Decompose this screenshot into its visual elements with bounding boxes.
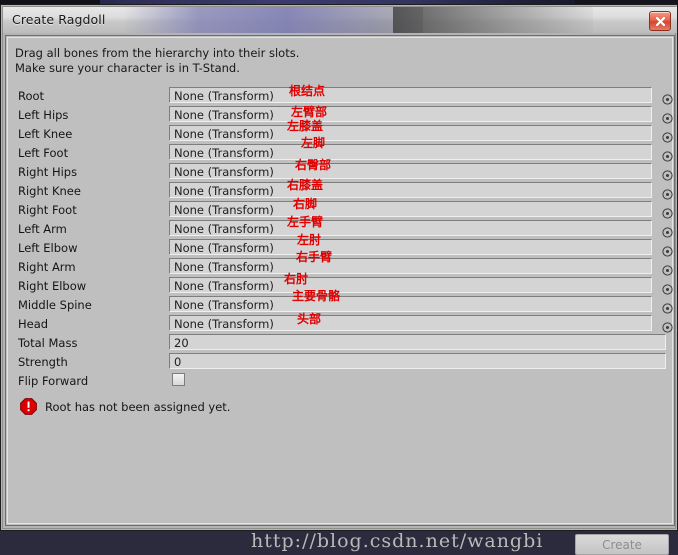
bone-slot-row: Left Knee None (Transform) 左膝盖 — [12, 119, 673, 143]
bone-slot-row: Right Hips None (Transform) 右臀部 — [12, 158, 673, 181]
create-ragdoll-window: Create Ragdoll Drag all bones from the h… — [0, 4, 678, 555]
bone-slot-label: Right Arm — [18, 260, 76, 274]
error-icon — [20, 398, 37, 415]
setting-label: Strength — [18, 355, 68, 369]
close-icon[interactable] — [649, 11, 671, 31]
error-message: Root has not been assigned yet. — [45, 400, 231, 414]
bone-slot-value: None (Transform) — [174, 108, 274, 122]
error-bar: Root has not been assigned yet. — [12, 396, 668, 418]
bone-slot-field[interactable]: None (Transform) — [169, 163, 652, 179]
create-button[interactable]: Create — [575, 534, 669, 555]
setting-row: Total Mass 20 — [12, 333, 668, 352]
bone-slot-value: None (Transform) — [174, 317, 274, 331]
flip-forward-row: Flip Forward — [12, 371, 668, 390]
instructions-line-1: Drag all bones from the hierarchy into t… — [15, 46, 300, 60]
object-picker-icon[interactable] — [662, 223, 673, 238]
instructions-line-2: Make sure your character is in T-Stand. — [15, 61, 240, 75]
dialog-content: Drag all bones from the hierarchy into t… — [5, 35, 675, 555]
setting-input[interactable]: 20 — [169, 334, 666, 350]
object-picker-icon[interactable] — [662, 109, 673, 124]
object-picker-icon[interactable] — [662, 166, 673, 181]
bone-slot-field[interactable]: None (Transform) — [169, 144, 652, 160]
bone-slot-label: Left Foot — [18, 146, 69, 160]
object-picker-icon[interactable] — [662, 204, 673, 219]
bone-slot-field[interactable]: None (Transform) — [169, 106, 652, 122]
setting-input[interactable]: 0 — [169, 353, 666, 369]
object-picker-icon[interactable] — [662, 128, 673, 143]
bone-slot-field[interactable]: None (Transform) — [169, 220, 652, 236]
title-bar[interactable]: Create Ragdoll — [3, 7, 677, 33]
bone-slot-field[interactable]: None (Transform) — [169, 239, 652, 255]
bone-slot-label: Middle Spine — [18, 298, 92, 312]
bone-slot-row: Middle Spine None (Transform) 主要骨骼 — [12, 289, 673, 314]
object-picker-icon[interactable] — [662, 280, 673, 295]
bone-slot-field[interactable]: None (Transform) — [169, 182, 652, 198]
object-picker-icon[interactable] — [662, 90, 673, 105]
watermark: http://blog.csdn.net/wangbi — [251, 530, 544, 552]
flip-forward-label: Flip Forward — [18, 374, 89, 388]
bone-slot-value: None (Transform) — [174, 184, 274, 198]
bone-slot-label: Head — [18, 317, 49, 331]
bone-slot-row: Right Knee None (Transform) 右膝盖 — [12, 178, 673, 200]
ragdoll-dialog-screen: Create Ragdoll Drag all bones from the h… — [0, 0, 678, 555]
bone-slot-label: Right Hips — [18, 165, 78, 179]
bone-slot-value: None (Transform) — [174, 279, 274, 293]
bone-slot-field[interactable]: None (Transform) — [169, 258, 652, 274]
bone-slot-value: None (Transform) — [174, 260, 274, 274]
bone-slot-row: Right Arm None (Transform) 右手臂 — [12, 250, 673, 276]
bone-slots-panel: Root None (Transform) 根结点 Left Hips None (Tr… — [12, 84, 673, 391]
bone-slot-field[interactable]: None (Transform) — [169, 87, 652, 103]
object-picker-icon[interactable] — [662, 261, 673, 276]
bone-slot-field[interactable]: None (Transform) — [169, 315, 652, 331]
bone-slot-label: Left Hips — [18, 108, 69, 122]
setting-value: 20 — [174, 336, 189, 350]
bone-slot-row: Right Elbow None (Transform) 右肘 — [12, 272, 673, 295]
flip-forward-checkbox[interactable] — [172, 373, 185, 386]
bone-slot-row: Head None (Transform) 头部 — [12, 312, 673, 333]
object-picker-icon[interactable] — [662, 147, 673, 162]
bone-slot-field[interactable]: None (Transform) — [169, 201, 652, 217]
bone-slot-label: Right Knee — [18, 184, 81, 198]
bone-slot-label: Left Elbow — [18, 241, 78, 255]
setting-row: Strength 0 — [12, 352, 668, 371]
bone-slot-value: None (Transform) — [174, 241, 274, 255]
bone-slot-label: Root — [18, 89, 45, 103]
instructions: Drag all bones from the hierarchy into t… — [15, 46, 615, 76]
bone-slot-value: None (Transform) — [174, 165, 274, 179]
bone-slot-row: Left Arm None (Transform) 左手臂 — [12, 215, 673, 238]
bone-slot-value: None (Transform) — [174, 222, 274, 236]
title-bar-glow — [123, 7, 423, 33]
setting-value: 0 — [174, 355, 182, 369]
bone-slot-row: Left Elbow None (Transform) 左肘 — [12, 233, 673, 257]
bone-slot-label: Left Arm — [18, 222, 67, 236]
bone-slot-value: None (Transform) — [174, 146, 274, 160]
bone-slot-value: None (Transform) — [174, 89, 274, 103]
bone-slot-row: Root None (Transform) 根结点 — [12, 84, 673, 105]
title-bar-shade — [393, 7, 593, 33]
object-picker-icon[interactable] — [662, 242, 673, 257]
bone-slot-row: Right Foot None (Transform) 右脚 — [12, 197, 673, 219]
bone-slot-label: Left Knee — [18, 127, 73, 141]
bone-slot-label: Right Foot — [18, 203, 77, 217]
object-picker-icon[interactable] — [662, 185, 673, 200]
bone-slot-field[interactable]: None (Transform) — [169, 277, 652, 293]
bone-slot-value: None (Transform) — [174, 298, 274, 312]
bone-slot-value: None (Transform) — [174, 203, 274, 217]
bone-slot-row: Left Foot None (Transform) 左脚 — [12, 136, 673, 162]
bone-slot-field[interactable]: None (Transform) — [169, 125, 652, 141]
bone-slot-field[interactable]: None (Transform) — [169, 296, 652, 312]
object-picker-icon[interactable] — [662, 299, 673, 314]
window-title: Create Ragdoll — [12, 12, 106, 27]
object-picker-icon[interactable] — [662, 318, 673, 333]
bone-slot-row: Left Hips None (Transform) 左臂部 — [12, 105, 673, 124]
bone-slot-label: Right Elbow — [18, 279, 87, 293]
bone-slot-value: None (Transform) — [174, 127, 274, 141]
setting-label: Total Mass — [18, 336, 78, 350]
